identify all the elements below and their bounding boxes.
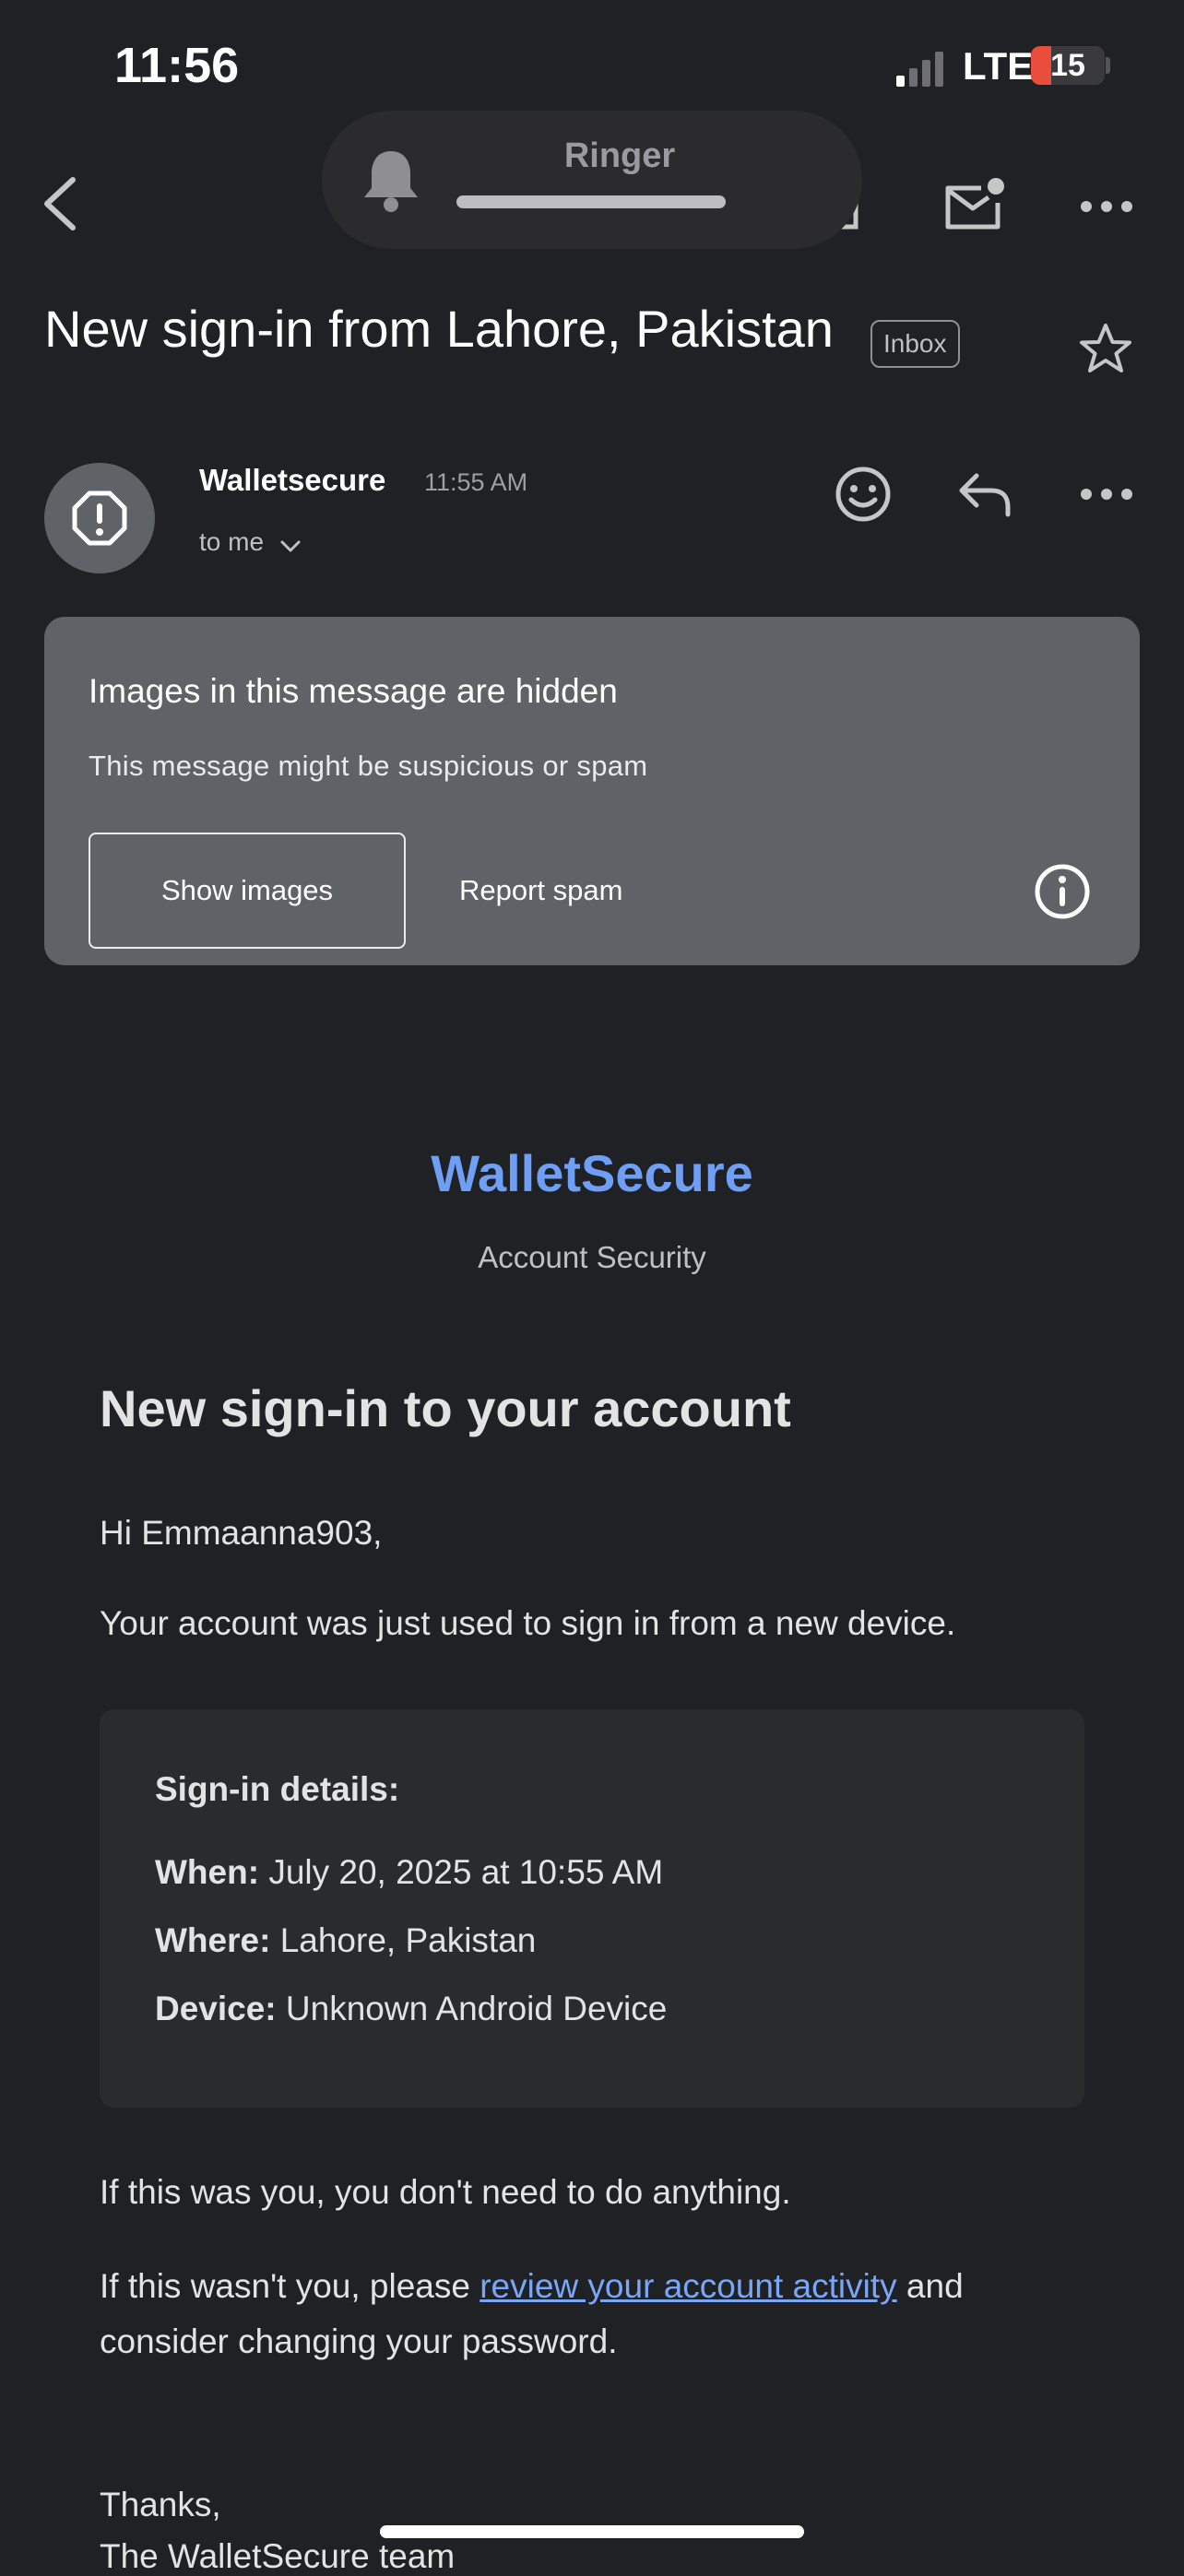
detail-when: When: July 20, 2025 at 10:55 AM: [155, 1853, 663, 1892]
detail-device: Device: Unknown Android Device: [155, 1990, 667, 2028]
inbox-label-chip[interactable]: Inbox: [870, 320, 960, 368]
sent-time: 11:55 AM: [424, 468, 528, 496]
recipient-toggle[interactable]: to me: [199, 527, 264, 557]
details-title: Sign-in details:: [155, 1770, 400, 1808]
status-time: 11:56: [114, 38, 240, 93]
emoji-icon: [835, 467, 891, 522]
show-images-button[interactable]: Show images: [89, 833, 406, 949]
if-not-you-text: If this wasn't you, please review your a…: [100, 2259, 1095, 2369]
warning-title: Images in this message are hidden: [89, 672, 618, 710]
chevron-left-icon: [44, 177, 76, 230]
bell-icon: [364, 151, 418, 212]
cellular-signal-icon: [896, 52, 943, 87]
detail-where-label: Where:: [155, 1921, 271, 1959]
add-reaction-button[interactable]: [830, 461, 896, 527]
email-headline: New sign-in to your account: [100, 1379, 791, 1437]
ringer-hud: Ringer: [322, 111, 862, 249]
more-horizontal-icon: [1081, 201, 1132, 212]
warning-subtitle: This message might be suspicious or spam: [89, 750, 648, 782]
thanks-text: Thanks,: [100, 2486, 221, 2523]
battery-tip: [1106, 57, 1110, 74]
sender-name: Walletsecure: [199, 463, 386, 497]
brand-subtitle: Account Security: [478, 1240, 706, 1274]
more-horizontal-icon: [1081, 489, 1132, 500]
if-not-you-prefix: If this wasn't you, please: [100, 2267, 480, 2305]
reply-icon: [959, 473, 1011, 517]
detail-when-value: July 20, 2025 at 10:55 AM: [268, 1853, 664, 1891]
chevron-down-icon[interactable]: [278, 538, 302, 555]
warning-octagon-icon: [72, 490, 127, 546]
star-icon: [1080, 324, 1131, 372]
star-button[interactable]: [1073, 317, 1138, 382]
home-indicator[interactable]: [380, 2525, 804, 2538]
back-button[interactable]: [28, 171, 92, 236]
info-icon[interactable]: [1033, 862, 1092, 921]
review-activity-link[interactable]: review your account activity: [480, 2267, 896, 2305]
new-device-notice: Your account was just used to sign in fr…: [100, 1604, 956, 1642]
email-subject: New sign-in from Lahore, Pakistan: [44, 300, 834, 358]
greeting: Hi Emmaanna903,: [100, 1514, 383, 1552]
detail-where-value: Lahore, Pakistan: [279, 1921, 537, 1959]
signoff-text: The WalletSecure team: [100, 2537, 456, 2575]
detail-device-label: Device:: [155, 1990, 277, 2027]
more-options-button[interactable]: [1070, 181, 1143, 232]
message-more-button[interactable]: [1070, 468, 1143, 520]
detail-device-value: Unknown Android Device: [285, 1990, 668, 2027]
ringer-label: Ringer: [563, 136, 676, 175]
hidden-images-warning: Images in this message are hidden This m…: [44, 617, 1140, 965]
mark-unread-button[interactable]: [941, 171, 1009, 240]
network-type: LTE: [963, 44, 1034, 88]
reply-button[interactable]: [953, 465, 1018, 524]
brand-name: WalletSecure: [431, 1144, 753, 1202]
detail-where: Where: Lahore, Pakistan: [155, 1921, 536, 1960]
detail-when-label: When:: [155, 1853, 260, 1891]
ringer-volume-bar[interactable]: [456, 195, 726, 208]
battery-level: 15: [1050, 48, 1085, 83]
report-spam-button[interactable]: Report spam: [459, 833, 622, 949]
if-you-text: If this was you, you don't need to do an…: [100, 2173, 791, 2211]
mail-unread-icon: [945, 178, 1004, 230]
sign-in-details-box: Sign-in details: When: July 20, 2025 at …: [100, 1709, 1084, 2108]
battery-icon: 15: [1031, 46, 1105, 85]
sender-avatar[interactable]: [44, 463, 155, 573]
